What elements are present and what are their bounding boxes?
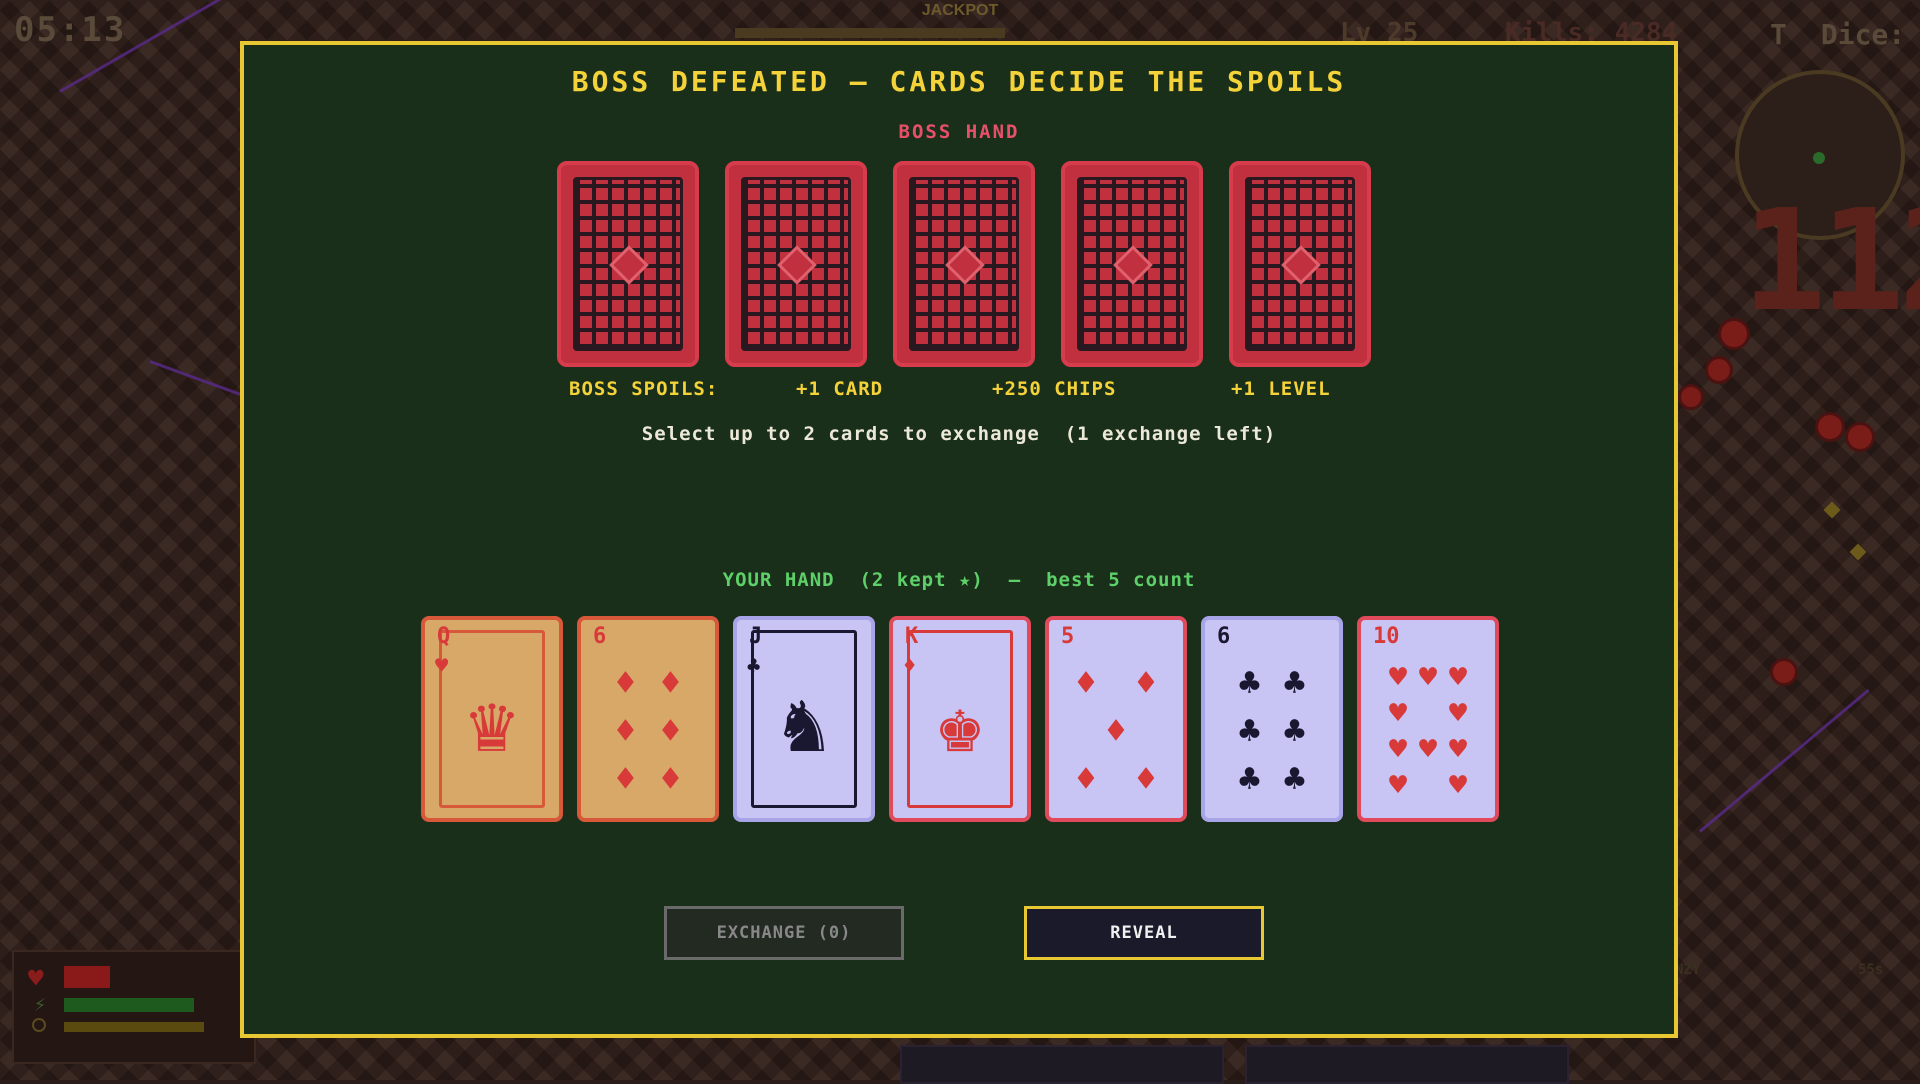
hand-card[interactable]: 6 ♦ ♦ ♦ ♦ ♦ ♦ <box>577 616 719 822</box>
ability-slot <box>900 1045 1224 1084</box>
enemy-orb <box>1678 384 1704 410</box>
jackpot-label: JACKPOT <box>921 2 999 19</box>
exchange-button[interactable]: EXCHANGE (0) <box>664 906 904 960</box>
hand-card[interactable]: J ♣ ♞ <box>733 616 875 822</box>
heart-icon: ♥ <box>1418 660 1438 695</box>
queen-face-icon: ♛ <box>467 677 517 770</box>
jack-face-icon: ♞ <box>779 677 829 770</box>
diamond-icon: ♦ <box>1135 663 1157 704</box>
heart-icon: ♥ <box>1388 696 1408 731</box>
jackpot-bar <box>735 28 1005 38</box>
king-face-icon: ♚ <box>935 677 985 770</box>
heart-icon: ♥ <box>435 654 449 679</box>
xp-gem <box>1849 543 1867 561</box>
enemy-orb <box>1705 356 1733 384</box>
club-icon: ♣ <box>1238 663 1261 704</box>
enemy-orb <box>1815 412 1845 442</box>
diamond-icon: ♦ <box>1075 663 1097 704</box>
dice-value: Dice: 6 <box>1820 18 1920 51</box>
hand-card[interactable]: 5 ♦ ♦ ♦ ♦ ♦ <box>1045 616 1187 822</box>
card-rank: J <box>749 624 763 649</box>
hand-card[interactable]: 6 ♣ ♣ ♣ ♣ ♣ ♣ <box>1201 616 1343 822</box>
diamond-icon: ♦ <box>1105 711 1127 752</box>
frenzy-timer: 55s <box>1858 962 1884 978</box>
card-rank: 6 <box>1217 624 1231 649</box>
card-rank: 6 <box>593 624 607 649</box>
club-icon: ♣ <box>747 654 761 679</box>
spoil-item: +1 CARD <box>796 378 884 400</box>
ring-icon <box>32 1018 46 1032</box>
card-pips: ♣ ♣ ♣ ♣ ♣ ♣ <box>1227 660 1317 804</box>
dialog-title: BOSS DEFEATED — CARDS DECIDE THE SPOILS <box>571 65 1347 98</box>
your-hand-label: YOUR HAND (2 kept ★) — best 5 count <box>722 569 1196 591</box>
heart-icon: ♥ <box>1448 660 1468 695</box>
heart-icon: ♥ <box>28 964 44 994</box>
boss-card-back <box>1061 161 1203 367</box>
heart-icon: ♥ <box>1388 768 1408 803</box>
damage-number: 112 <box>1742 180 1920 343</box>
energy-bar <box>64 998 194 1012</box>
diamond-icon: ♦ <box>659 711 682 752</box>
diamond-icon: ♦ <box>1075 759 1097 800</box>
card-rank: K <box>905 624 919 649</box>
card-pips: ♥ ♥ ♥ ♥ ♥ ♥ ♥ ♥ ♥ ♥ <box>1383 660 1473 804</box>
xp-gem <box>1823 501 1841 519</box>
spoil-item: +250 CHIPS <box>992 378 1117 400</box>
boss-card-back <box>557 161 699 367</box>
enemy-orb <box>1770 658 1798 686</box>
heart-icon: ♥ <box>1448 696 1468 731</box>
heart-icon: ♥ <box>1388 660 1408 695</box>
enemy-orb <box>1718 318 1750 350</box>
exchange-instructions: Select up to 2 cards to exchange (1 exch… <box>641 423 1277 445</box>
run-timer: 05:13 <box>14 10 127 50</box>
club-icon: ♣ <box>1283 759 1306 800</box>
card-rank: 5 <box>1061 624 1075 649</box>
heart-icon: ♥ <box>1448 732 1468 767</box>
card-rank: Q <box>437 624 451 649</box>
ability-slot <box>1245 1045 1569 1084</box>
health-bar <box>64 966 110 988</box>
boss-card-back <box>725 161 867 367</box>
hand-card[interactable]: 10 ♥ ♥ ♥ ♥ ♥ ♥ ♥ ♥ ♥ ♥ <box>1357 616 1499 822</box>
bolt-icon: ⚡ <box>34 992 47 1016</box>
xp-bar <box>64 1022 204 1032</box>
boss-spoils-label: BOSS SPOILS: <box>569 378 719 400</box>
boss-card-back <box>1229 161 1371 367</box>
boss-spoils-dialog: BOSS DEFEATED — CARDS DECIDE THE SPOILS … <box>240 41 1678 1038</box>
card-pips: ♦ ♦ ♦ ♦ ♦ <box>1071 660 1161 804</box>
diamond-icon: ♦ <box>614 759 637 800</box>
diamond-icon: ♦ <box>659 663 682 704</box>
player-marker <box>1813 152 1825 164</box>
dice-counter: T Dice: 6 <box>1770 18 1920 51</box>
diamond-icon: ♦ <box>903 654 917 679</box>
hand-card[interactable]: K ♦ ♚ <box>889 616 1031 822</box>
heart-icon: ♥ <box>1418 732 1438 767</box>
diamond-icon: ♦ <box>614 711 637 752</box>
card-pips: ♦ ♦ ♦ ♦ ♦ ♦ <box>603 660 693 804</box>
club-icon: ♣ <box>1238 711 1261 752</box>
card-rank: 10 <box>1373 624 1400 649</box>
diamond-icon: ♦ <box>1135 759 1157 800</box>
club-icon: ♣ <box>1238 759 1261 800</box>
heart-icon: ♥ <box>1388 732 1408 767</box>
spoil-item: +1 LEVEL <box>1231 378 1331 400</box>
reveal-button[interactable]: REVEAL <box>1024 906 1264 960</box>
club-icon: ♣ <box>1283 663 1306 704</box>
hand-card[interactable]: Q ♥ ♛ <box>421 616 563 822</box>
heart-icon: ♥ <box>1448 768 1468 803</box>
frenzy-label: NZY <box>1675 962 1701 978</box>
ground-crack <box>1699 688 1870 833</box>
diamond-icon: ♦ <box>659 759 682 800</box>
player-status-panel: ♥ ⚡ <box>12 950 256 1064</box>
boss-hand-label: BOSS HAND <box>898 121 1020 143</box>
boss-card-back <box>893 161 1035 367</box>
enemy-orb <box>1845 422 1875 452</box>
diamond-icon: ♦ <box>614 663 637 704</box>
dice-prefix: T <box>1770 18 1787 51</box>
club-icon: ♣ <box>1283 711 1306 752</box>
